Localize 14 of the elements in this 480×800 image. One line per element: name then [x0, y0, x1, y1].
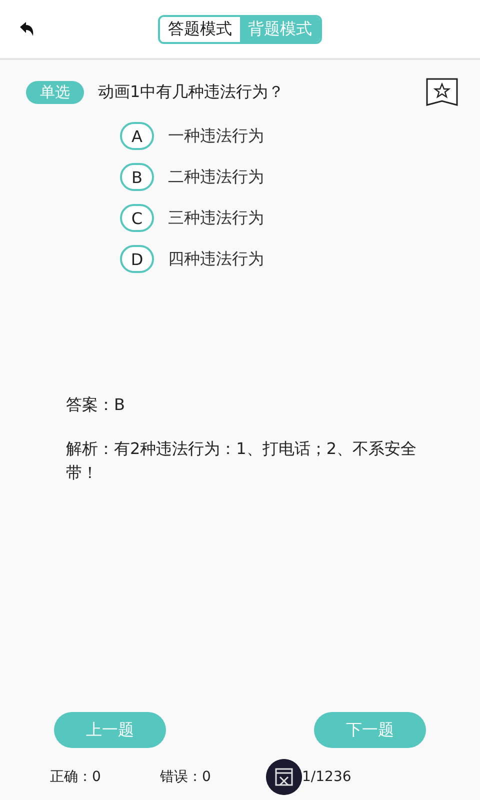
answer-option[interactable]: D 四种违法行为 [120, 245, 480, 273]
answer-option[interactable]: A 一种违法行为 [120, 122, 480, 150]
analysis-text: 解析：有2种违法行为：1、打电话；2、不系安全带！ [66, 438, 418, 484]
favorite-star-icon[interactable] [426, 78, 458, 106]
answer-option[interactable]: C 三种违法行为 [120, 204, 480, 232]
question-text: 动画1中有几种违法行为？ [98, 82, 286, 102]
answer-option[interactable]: B 二种违法行为 [120, 163, 480, 191]
correct-count: 正确：0 [50, 768, 102, 786]
wrong-count: 错误：0 [160, 768, 212, 786]
progress-count: 1/1236 [302, 769, 352, 785]
question-type-tag: 单选 [26, 80, 84, 104]
back-icon[interactable] [20, 22, 34, 36]
answer-text: 答案：B [66, 394, 126, 416]
answer-sheet-icon[interactable] [266, 759, 302, 795]
